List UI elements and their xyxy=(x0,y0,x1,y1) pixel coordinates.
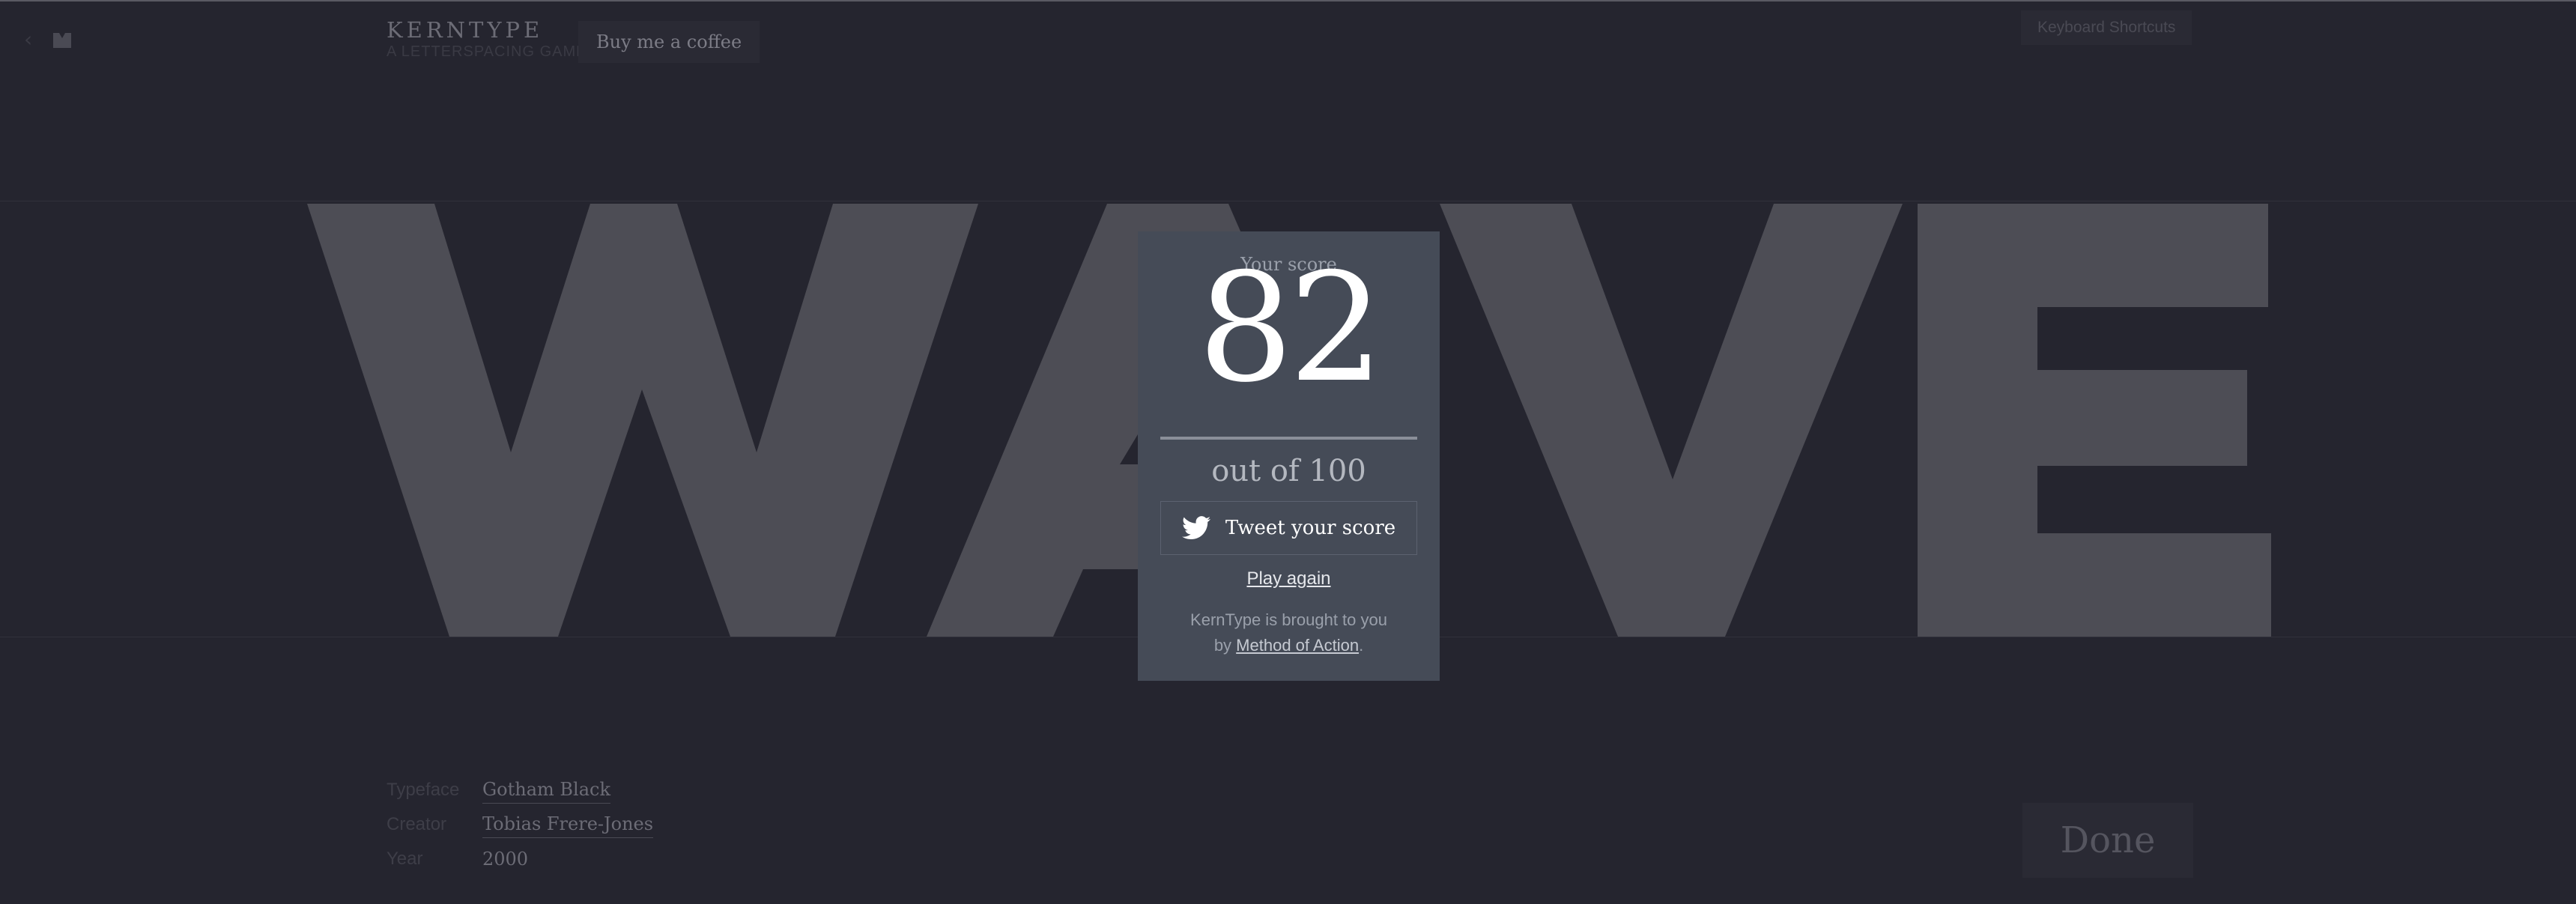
score-out-of: out of 100 xyxy=(1211,454,1366,488)
score-divider xyxy=(1160,437,1417,440)
credit-suffix: . xyxy=(1359,636,1364,655)
typeface-label: Typeface xyxy=(387,780,460,800)
letter-v[interactable] xyxy=(1440,204,1903,637)
typeface-link[interactable]: Gotham Black xyxy=(482,776,611,804)
creator-label: Creator xyxy=(387,814,447,834)
credit-text: KernType is brought to you by Method of … xyxy=(1183,607,1395,658)
score-value: 82 xyxy=(1198,241,1384,416)
method-of-action-link[interactable]: Method of Action xyxy=(1236,636,1359,655)
tweet-score-label: Tweet your score xyxy=(1225,517,1396,539)
tweet-score-button[interactable]: Tweet your score xyxy=(1160,501,1417,555)
done-button[interactable]: Done xyxy=(2022,803,2193,878)
letter-e[interactable] xyxy=(1918,204,2271,637)
score-modal: Your score 82 out of 100 Tweet your scor… xyxy=(1138,231,1440,681)
twitter-bird-icon xyxy=(1181,516,1210,540)
letter-w[interactable] xyxy=(307,204,978,637)
play-again-link[interactable]: Play again xyxy=(1138,568,1440,589)
creator-link[interactable]: Tobias Frere-Jones xyxy=(482,810,654,838)
year-label: Year xyxy=(387,849,423,869)
year-value: 2000 xyxy=(482,849,529,870)
